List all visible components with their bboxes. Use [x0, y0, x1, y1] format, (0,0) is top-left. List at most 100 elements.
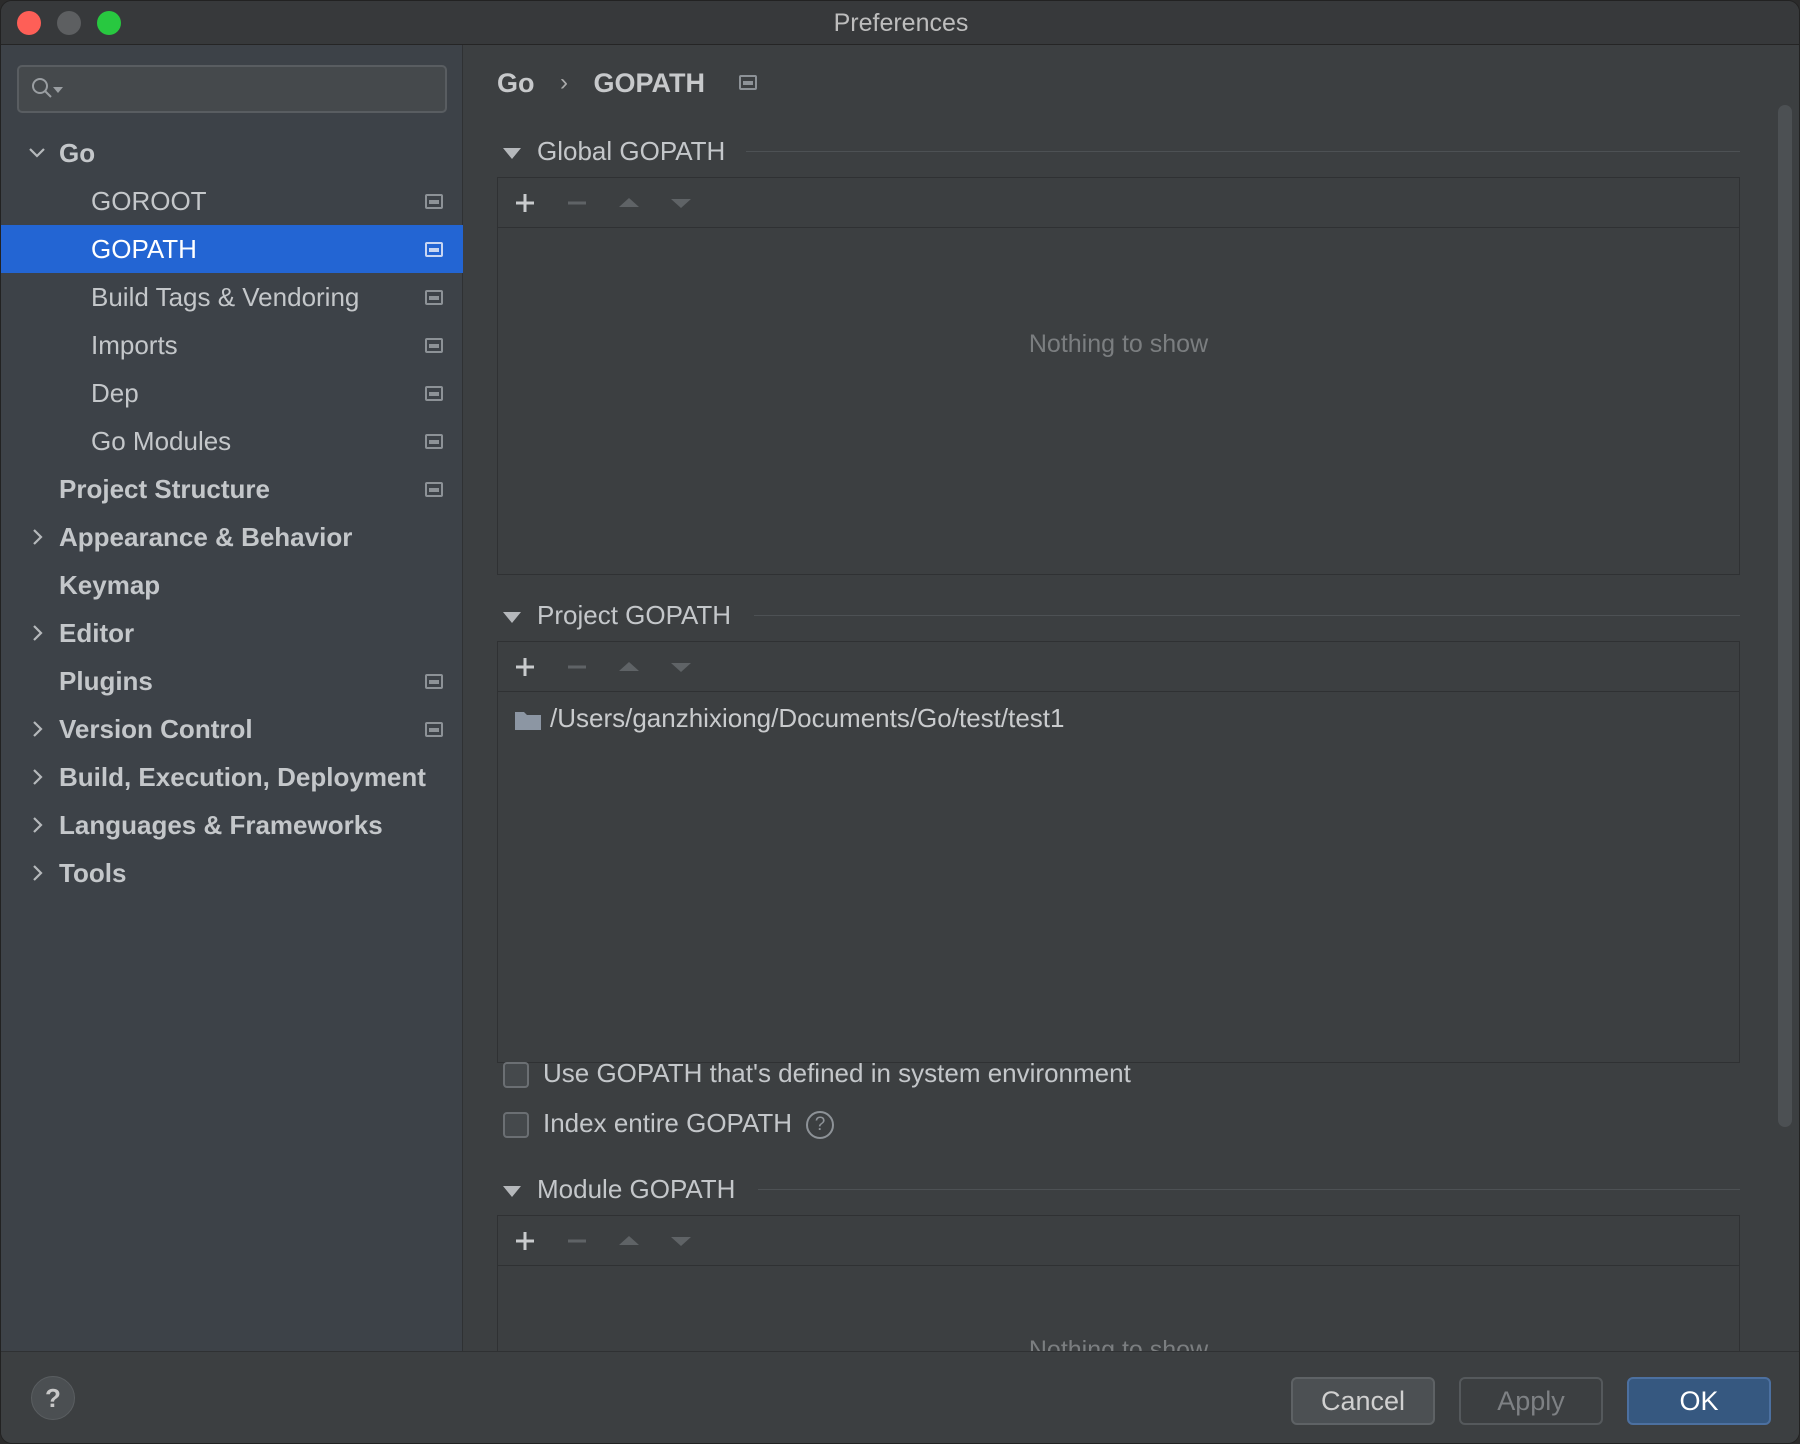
sidebar-item-imports[interactable]: Imports	[1, 321, 463, 369]
title-bar: Preferences	[1, 1, 1799, 45]
checkbox-box[interactable]	[503, 1112, 529, 1139]
dialog-footer: ? Cancel Apply OK	[1, 1351, 1799, 1443]
sidebar-item-version-control[interactable]: Version Control	[1, 705, 463, 753]
move-down-icon[interactable]	[666, 188, 696, 218]
settings-tree: Go GOROOT GOPATH Build Tags & Vendoring …	[1, 129, 463, 897]
section-divider	[754, 615, 1740, 616]
module-gopath-header[interactable]: Module GOPATH	[503, 1171, 735, 1207]
move-up-icon[interactable]	[614, 188, 644, 218]
sidebar-item-label: Plugins	[59, 666, 153, 696]
module-gopath-toolbar	[498, 1216, 1739, 1266]
sidebar-item-plugins[interactable]: Plugins	[1, 657, 463, 705]
sidebar-item-label: Go	[59, 138, 96, 168]
sidebar-item-go-modules[interactable]: Go Modules	[1, 417, 463, 465]
use-system-gopath-checkbox[interactable]: Use GOPATH that's defined in system envi…	[503, 1057, 1131, 1089]
sidebar-item-editor[interactable]: Editor	[1, 609, 463, 657]
project-scope-icon	[425, 338, 443, 353]
project-scope-icon	[425, 242, 443, 257]
chevron-right-icon[interactable]	[27, 719, 47, 739]
project-gopath-header[interactable]: Project GOPATH	[503, 597, 731, 633]
settings-content: Go › GOPATH Global GOPATH Nothing to sho…	[464, 45, 1799, 1351]
project-scope-icon	[425, 290, 443, 305]
remove-icon[interactable]	[562, 1226, 592, 1256]
search-options-chevron-icon[interactable]	[53, 87, 63, 95]
empty-list-text: Nothing to show	[1028, 1336, 1209, 1351]
index-entire-gopath-checkbox[interactable]: Index entire GOPATH?	[503, 1107, 835, 1140]
sidebar-item-label: Languages & Frameworks	[59, 810, 383, 840]
sidebar-item-label: Project Structure	[59, 474, 270, 504]
collapse-triangle-icon	[503, 1185, 521, 1197]
global-gopath-header[interactable]: Global GOPATH	[503, 133, 725, 169]
collapse-triangle-icon	[503, 611, 521, 623]
sidebar-item-label: Dep	[91, 378, 139, 408]
sidebar-item-keymap[interactable]: Keymap	[1, 561, 463, 609]
project-scope-icon	[738, 75, 757, 91]
chevron-down-icon[interactable]	[27, 143, 47, 163]
checkbox-label: Index entire GOPATH	[543, 1108, 793, 1138]
chevron-right-icon[interactable]	[27, 815, 47, 835]
add-icon[interactable]	[510, 1226, 540, 1256]
sidebar-item-label: GOPATH	[91, 234, 197, 264]
sidebar-item-appearance[interactable]: Appearance & Behavior	[1, 513, 463, 561]
list-item[interactable]: /Users/ganzhixiong/Documents/Go/test/tes…	[514, 700, 1064, 736]
sidebar-item-dep[interactable]: Dep	[1, 369, 463, 417]
remove-icon[interactable]	[562, 188, 592, 218]
module-gopath-title: Module GOPATH	[537, 1174, 736, 1204]
settings-search-input[interactable]	[17, 65, 447, 113]
project-scope-icon	[425, 722, 443, 737]
sidebar-item-label: Keymap	[59, 570, 161, 600]
sidebar-item-label: Build Tags & Vendoring	[91, 282, 360, 312]
breadcrumb-parent[interactable]: Go	[497, 63, 535, 103]
project-gopath-toolbar	[498, 642, 1739, 692]
move-down-icon[interactable]	[666, 1226, 696, 1256]
chevron-right-icon[interactable]	[27, 623, 47, 643]
settings-sidebar: Go GOROOT GOPATH Build Tags & Vendoring …	[1, 45, 463, 1351]
window-title: Preferences	[833, 9, 969, 37]
folder-icon	[515, 712, 541, 731]
sidebar-item-label: Go Modules	[91, 426, 232, 456]
sidebar-item-go[interactable]: Go	[1, 129, 463, 177]
preferences-window: Preferences Go GOROOT GOPATH Build Tags …	[0, 0, 1800, 1444]
project-gopath-list: /Users/ganzhixiong/Documents/Go/test/tes…	[497, 641, 1740, 1063]
help-icon[interactable]: ?	[806, 1111, 835, 1140]
sidebar-item-label: Editor	[59, 618, 135, 648]
sidebar-item-label: Version Control	[59, 714, 253, 744]
section-divider	[746, 151, 1740, 152]
sidebar-item-goroot[interactable]: GOROOT	[1, 177, 463, 225]
project-scope-icon	[425, 194, 443, 209]
sidebar-item-build-execution[interactable]: Build, Execution, Deployment	[1, 753, 463, 801]
chevron-right-icon[interactable]	[27, 767, 47, 787]
ok-button[interactable]: OK	[1627, 1377, 1771, 1425]
project-gopath-title: Project GOPATH	[537, 600, 732, 630]
apply-button[interactable]: Apply	[1459, 1377, 1603, 1425]
project-scope-icon	[425, 674, 443, 689]
vertical-scrollbar[interactable]	[1778, 105, 1792, 1127]
add-icon[interactable]	[510, 188, 540, 218]
breadcrumb: Go › GOPATH	[497, 61, 757, 101]
sidebar-item-project-structure[interactable]: Project Structure	[1, 465, 463, 513]
sidebar-item-build-tags[interactable]: Build Tags & Vendoring	[1, 273, 463, 321]
breadcrumb-current: GOPATH	[593, 67, 706, 98]
cancel-button[interactable]: Cancel	[1291, 1377, 1435, 1425]
sidebar-item-label: Tools	[59, 858, 127, 888]
section-divider	[758, 1189, 1740, 1190]
sidebar-item-label: Imports	[91, 330, 178, 360]
global-gopath-list: Nothing to show	[497, 177, 1740, 575]
chevron-right-icon[interactable]	[27, 527, 47, 547]
help-button[interactable]: ?	[31, 1376, 75, 1420]
add-icon[interactable]	[510, 652, 540, 682]
sidebar-item-label: Appearance & Behavior	[59, 522, 353, 552]
remove-icon[interactable]	[562, 652, 592, 682]
move-up-icon[interactable]	[614, 652, 644, 682]
move-down-icon[interactable]	[666, 652, 696, 682]
sidebar-item-tools[interactable]: Tools	[1, 849, 463, 897]
sidebar-item-languages[interactable]: Languages & Frameworks	[1, 801, 463, 849]
sidebar-item-gopath[interactable]: GOPATH	[1, 225, 463, 273]
collapse-triangle-icon	[503, 147, 521, 159]
module-gopath-list: Nothing to show	[497, 1215, 1740, 1351]
chevron-right-icon[interactable]	[27, 863, 47, 883]
move-up-icon[interactable]	[614, 1226, 644, 1256]
project-scope-icon	[425, 386, 443, 401]
gopath-entry-path: /Users/ganzhixiong/Documents/Go/test/tes…	[550, 703, 1065, 733]
checkbox-box[interactable]	[503, 1062, 529, 1089]
